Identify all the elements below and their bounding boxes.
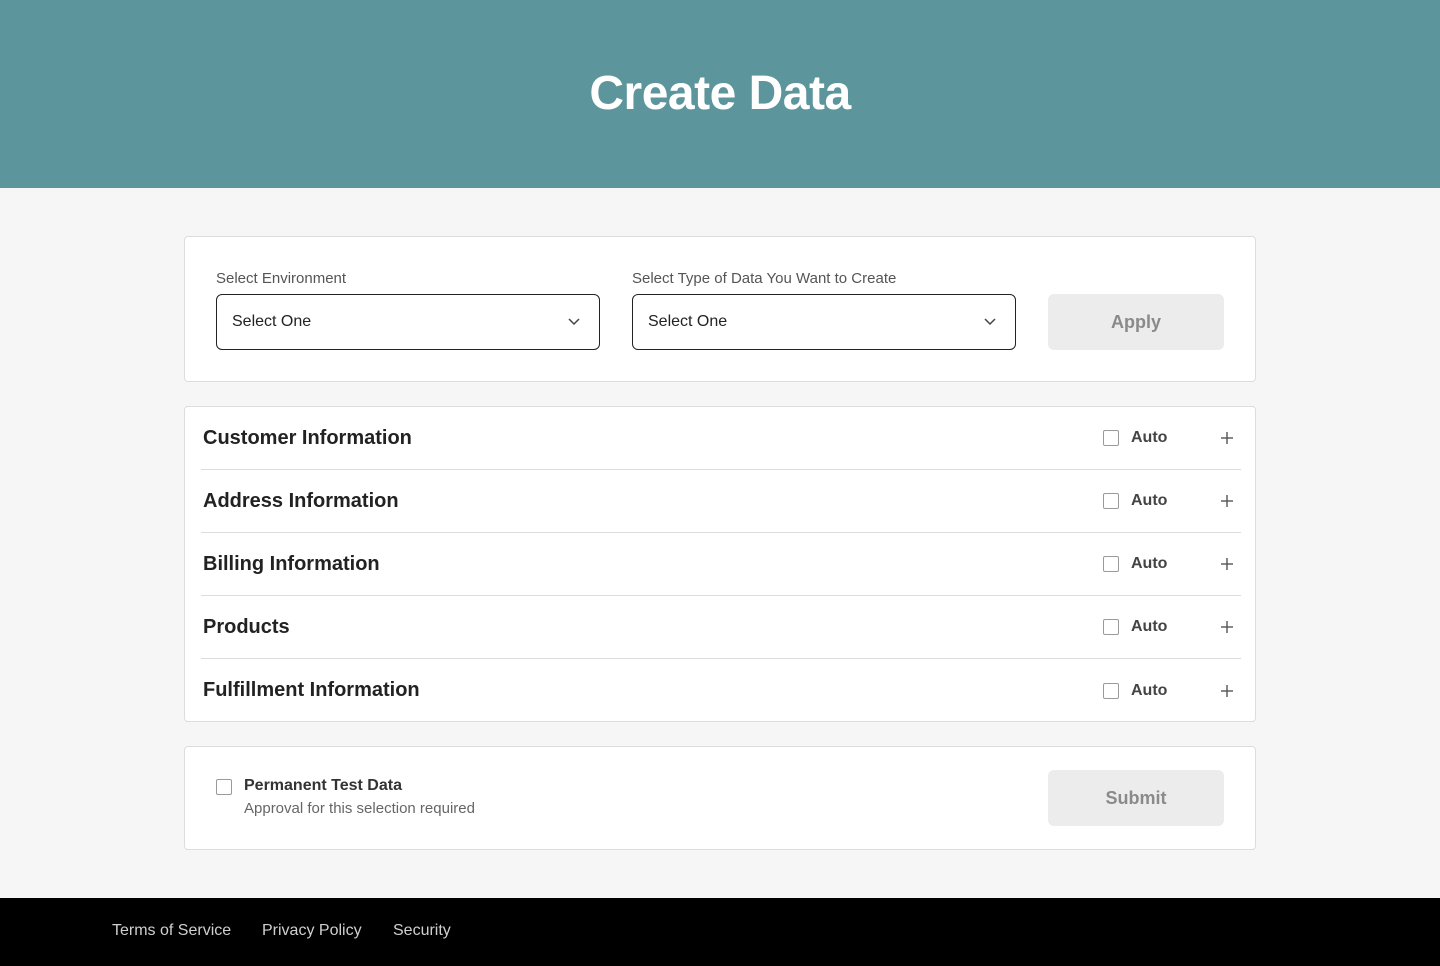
sections-card: Customer Information Auto Address Inform… [184,406,1256,722]
section-row-billing-information[interactable]: Billing Information Auto [201,533,1241,596]
plus-icon[interactable] [1220,494,1234,508]
page-footer: Terms of Service Privacy Policy Security [0,898,1440,966]
environment-select-value: Select One [232,313,312,330]
permanent-test-data-label: Permanent Test Data [244,777,402,794]
plus-icon[interactable] [1220,557,1234,571]
auto-label: Auto [1131,429,1168,446]
data-type-select-value: Select One [648,313,728,330]
data-type-label: Select Type of Data You Want to Create [632,270,897,287]
page-header: Create Data [0,0,1440,188]
footer-link-security[interactable]: Security [393,922,451,940]
data-type-select[interactable]: Select One [632,294,1016,350]
auto-label: Auto [1131,681,1168,699]
auto-checkbox[interactable] [1103,493,1119,509]
section-row-customer-information[interactable]: Customer Information Auto [201,407,1241,470]
plus-icon[interactable] [1220,431,1234,445]
section-title: Products [203,615,290,638]
chevron-down-icon [568,318,580,326]
environment-label: Select Environment [216,270,347,287]
apply-button[interactable]: Apply [1048,294,1224,350]
section-title: Customer Information [203,426,412,449]
submit-card: Permanent Test Data Approval for this se… [184,746,1256,850]
section-row-address-information[interactable]: Address Information Auto [201,470,1241,533]
environment-select[interactable]: Select One [216,294,600,350]
submit-button[interactable]: Submit [1048,770,1224,826]
permanent-test-data-checkbox[interactable] [216,779,232,795]
footer-link-terms-of-service[interactable]: Terms of Service [112,922,231,940]
approval-note: Approval for this selection required [244,800,475,817]
plus-icon[interactable] [1220,620,1234,634]
auto-checkbox[interactable] [1103,556,1119,572]
auto-label: Auto [1131,492,1168,509]
auto-checkbox[interactable] [1103,619,1119,635]
auto-checkbox[interactable] [1103,682,1119,699]
section-title: Fulfillment Information [203,679,420,701]
auto-label: Auto [1131,618,1168,635]
chevron-down-icon [984,318,996,326]
page-title: Create Data [589,66,851,120]
section-title: Address Information [203,489,399,512]
footer-link-privacy-policy[interactable]: Privacy Policy [262,922,362,940]
section-row-products[interactable]: Products Auto [201,596,1241,659]
plus-icon[interactable] [1220,684,1234,698]
auto-checkbox[interactable] [1103,430,1119,446]
section-row-fulfillment-information[interactable]: Fulfillment Information Auto [201,659,1241,722]
section-title: Billing Information [203,552,380,575]
filter-card: Select Environment Select One Select Typ… [184,236,1256,382]
auto-label: Auto [1131,555,1168,572]
